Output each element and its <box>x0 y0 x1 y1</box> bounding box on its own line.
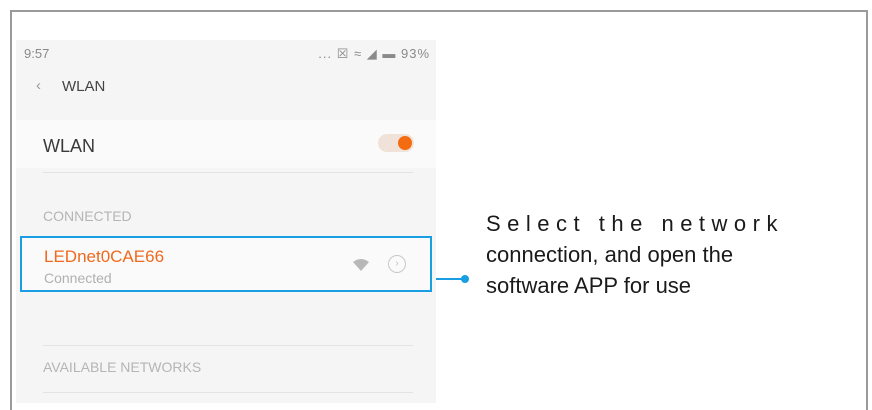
chevron-right-icon[interactable]: › <box>388 255 406 273</box>
back-icon[interactable]: ‹ <box>36 77 41 94</box>
wifi-icon <box>352 258 370 277</box>
callout-dot <box>461 275 469 283</box>
caption-line: connection, and open the <box>486 242 734 267</box>
divider <box>43 345 413 346</box>
wlan-toggle-row[interactable]: WLAN <box>16 120 436 168</box>
network-item-connected[interactable]: LEDnet0CAE66 Connected › <box>20 236 432 292</box>
wlan-toggle-label: WLAN <box>43 136 96 156</box>
divider <box>43 392 413 393</box>
nav-bar: ‹ WLAN <box>16 66 436 102</box>
network-status: Connected <box>44 270 112 286</box>
wlan-toggle-switch[interactable] <box>378 134 414 152</box>
page-title: WLAN <box>62 78 106 95</box>
network-name: LEDnet0CAE66 <box>44 247 165 266</box>
phone-screen: 9:57 ... ☒ ≈ ◢ ▬ 93% ‹ WLAN WLAN CONNECT… <box>16 40 436 403</box>
callout-connector <box>436 278 464 280</box>
toggle-knob <box>398 136 412 150</box>
section-header-connected: CONNECTED <box>43 208 132 224</box>
status-bar: 9:57 ... ☒ ≈ ◢ ▬ 93% <box>16 40 436 66</box>
caption-line: Select the network <box>486 211 784 236</box>
section-header-available: AVAILABLE NETWORKS <box>43 359 202 375</box>
status-icons: ... ☒ ≈ ◢ ▬ 93% <box>318 46 430 61</box>
caption-line: software APP for use <box>486 273 692 298</box>
divider <box>43 172 413 173</box>
instruction-caption: Select the network connection, and open … <box>486 208 864 301</box>
status-time: 9:57 <box>24 46 50 61</box>
